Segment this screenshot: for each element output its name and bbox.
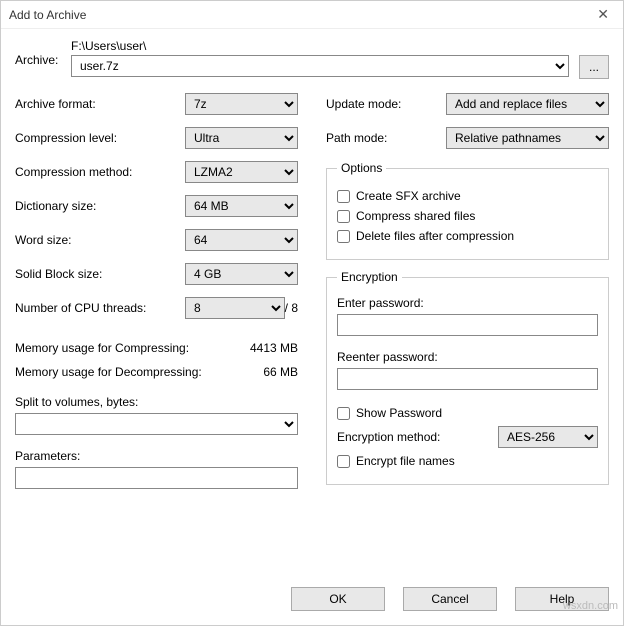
dialog-window: Add to Archive ✕ Archive: F:\Users\user\… <box>0 0 624 626</box>
delete-checkbox[interactable] <box>337 230 350 243</box>
word-label: Word size: <box>15 233 185 247</box>
format-select[interactable]: 7z <box>185 93 298 115</box>
mem-comp-label: Memory usage for Compressing: <box>15 341 250 355</box>
cpu-total: / 8 <box>285 301 298 315</box>
content-area: Archive: F:\Users\user\ user.7z ... Arch… <box>1 29 623 577</box>
sfx-checkbox[interactable] <box>337 190 350 203</box>
close-icon[interactable]: ✕ <box>591 6 615 23</box>
ok-button[interactable]: OK <box>291 587 385 611</box>
window-title: Add to Archive <box>9 8 591 22</box>
encrypt-names-checkbox[interactable] <box>337 455 350 468</box>
params-input[interactable] <box>15 467 298 489</box>
format-label: Archive format: <box>15 97 185 111</box>
enter-pw-label: Enter password: <box>337 296 598 310</box>
mem-comp-value: 4413 MB <box>250 341 298 355</box>
watermark: wsxdn.com <box>563 600 618 612</box>
sfx-label: Create SFX archive <box>356 189 461 203</box>
pathmode-select[interactable]: Relative pathnames <box>446 127 609 149</box>
update-select[interactable]: Add and replace files <box>446 93 609 115</box>
update-label: Update mode: <box>326 97 446 111</box>
cpu-select[interactable]: 8 <box>185 297 285 319</box>
titlebar: Add to Archive ✕ <box>1 1 623 29</box>
method-label: Compression method: <box>15 165 185 179</box>
cancel-button[interactable]: Cancel <box>403 587 497 611</box>
left-column: Archive format: 7z Compression level: Ul… <box>15 93 298 495</box>
options-group: Options Create SFX archive Compress shar… <box>326 161 609 260</box>
params-label: Parameters: <box>15 449 298 463</box>
pathmode-label: Path mode: <box>326 131 446 145</box>
button-bar: OK Cancel Help <box>1 577 623 625</box>
enc-method-select[interactable]: AES-256 <box>498 426 598 448</box>
encryption-legend: Encryption <box>337 270 402 284</box>
archive-path: F:\Users\user\ <box>71 39 609 53</box>
show-password-label: Show Password <box>356 406 442 420</box>
reenter-password-input[interactable] <box>337 368 598 390</box>
reenter-pw-label: Reenter password: <box>337 350 598 364</box>
show-password-checkbox[interactable] <box>337 407 350 420</box>
split-label: Split to volumes, bytes: <box>15 395 298 409</box>
dict-select[interactable]: 64 MB <box>185 195 298 217</box>
encryption-group: Encryption Enter password: Reenter passw… <box>326 270 609 485</box>
archive-row: Archive: F:\Users\user\ user.7z ... <box>15 39 609 79</box>
level-select[interactable]: Ultra <box>185 127 298 149</box>
dict-label: Dictionary size: <box>15 199 185 213</box>
block-label: Solid Block size: <box>15 267 185 281</box>
browse-button[interactable]: ... <box>579 55 609 79</box>
level-label: Compression level: <box>15 131 185 145</box>
mem-decomp-value: 66 MB <box>263 365 298 379</box>
block-select[interactable]: 4 GB <box>185 263 298 285</box>
split-select[interactable] <box>15 413 298 435</box>
right-column: Update mode: Add and replace files Path … <box>326 93 609 495</box>
password-input[interactable] <box>337 314 598 336</box>
options-legend: Options <box>337 161 386 175</box>
encrypt-names-label: Encrypt file names <box>356 454 455 468</box>
method-select[interactable]: LZMA2 <box>185 161 298 183</box>
cpu-label: Number of CPU threads: <box>15 301 185 315</box>
archive-filename-select[interactable]: user.7z <box>71 55 569 77</box>
enc-method-label: Encryption method: <box>337 430 498 444</box>
shared-checkbox[interactable] <box>337 210 350 223</box>
archive-label: Archive: <box>15 39 71 67</box>
delete-label: Delete files after compression <box>356 229 514 243</box>
word-select[interactable]: 64 <box>185 229 298 251</box>
shared-label: Compress shared files <box>356 209 475 223</box>
mem-decomp-label: Memory usage for Decompressing: <box>15 365 263 379</box>
